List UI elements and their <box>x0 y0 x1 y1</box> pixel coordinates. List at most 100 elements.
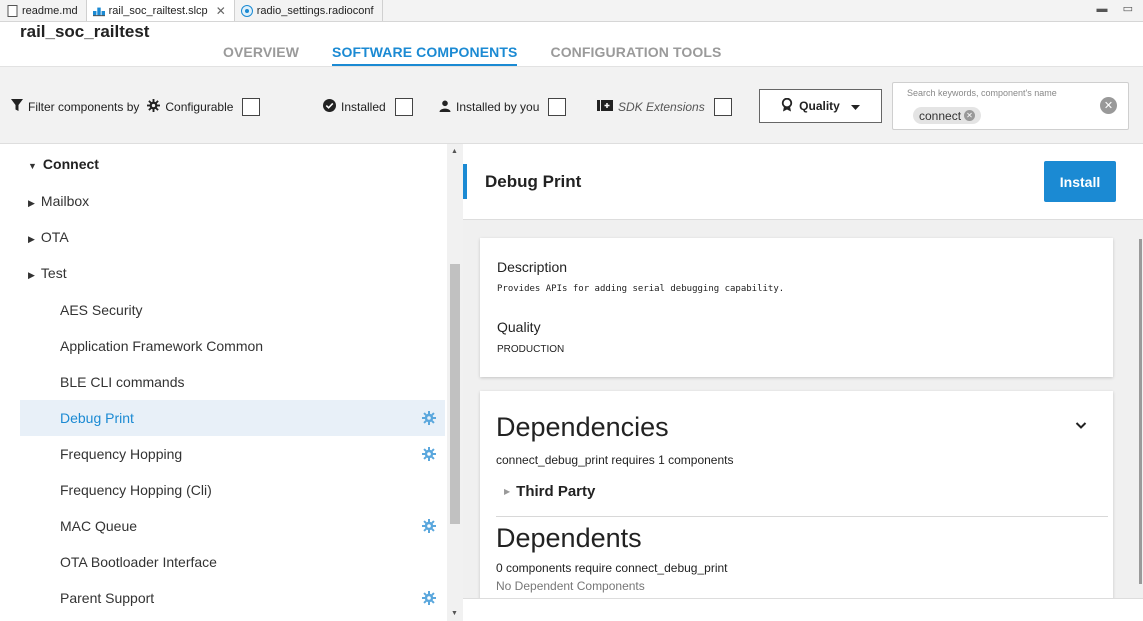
tree-group-ota[interactable]: ▶ OTA <box>0 219 445 255</box>
tab-software-components[interactable]: SOFTWARE COMPONENTS <box>332 22 518 66</box>
tree-group-label: Mailbox <box>40 193 90 209</box>
tree-group-label: Test <box>40 265 67 281</box>
radio-icon <box>240 4 253 17</box>
clear-search-icon[interactable]: ✕ <box>1100 97 1117 114</box>
dependencies-card: Dependencies connect_debug_print require… <box>480 391 1113 621</box>
tree-scrollbar[interactable]: ▲ ▼ <box>447 144 463 621</box>
installed-by-you-checkbox[interactable] <box>548 98 567 116</box>
install-button[interactable]: Install <box>1044 161 1116 202</box>
collapsed-icon: ▶ <box>504 487 511 496</box>
installed-by-you-label: Installed by you <box>456 100 540 114</box>
gear-icon[interactable] <box>422 519 436 533</box>
sdk-extensions-label: SDK Extensions <box>618 100 705 114</box>
dependents-summary: 0 components require connect_debug_print <box>496 561 728 575</box>
extension-icon <box>597 99 613 115</box>
tree-item-label: Frequency Hopping <box>60 446 183 462</box>
tree-group-header: ▶ Mailbox <box>0 193 89 209</box>
editor-tab-bar: readme.md rail_soc_railtest.slcp ✕ radio… <box>0 0 1143 22</box>
editor-tab-label: radio_settings.radioconf <box>256 4 374 17</box>
tree-group-test[interactable]: ▶ Test <box>0 255 445 291</box>
tree-group-header: ▶ OTA <box>0 229 69 245</box>
detail-scrollbar[interactable] <box>1136 144 1143 621</box>
gear-icon <box>147 99 161 115</box>
tab-configuration-tools[interactable]: CONFIGURATION TOOLS <box>550 22 721 66</box>
tree-item-frequency-hopping[interactable]: Frequency Hopping <box>0 436 445 472</box>
scrollbar-thumb[interactable] <box>1139 239 1142 584</box>
tree-item-label: Frequency Hopping (Cli) <box>60 482 212 498</box>
tree-item-label: Application Framework Common <box>60 338 264 354</box>
divider <box>496 516 1108 517</box>
project-title: rail_soc_railtest <box>20 22 150 41</box>
tree-item-frequency-hopping-cli[interactable]: Frequency Hopping (Cli) <box>0 472 445 508</box>
tree-item-aes-security[interactable]: AES Security <box>0 292 445 328</box>
component-title: Debug Print <box>485 172 582 191</box>
tree-group-mailbox[interactable]: ▶ Mailbox <box>0 183 445 219</box>
project-header: rail_soc_railtest OVERVIEW SOFTWARE COMP… <box>0 22 1143 66</box>
filter-label: Filter components by <box>28 100 140 114</box>
scroll-up-icon[interactable]: ▲ <box>451 148 458 155</box>
editor-tab-radioconf[interactable]: radio_settings.radioconf <box>235 0 383 21</box>
tree-item-application-framework-common[interactable]: Application Framework Common <box>0 328 445 364</box>
installed-label: Installed <box>341 100 386 114</box>
configurable-label: Configurable <box>165 100 234 114</box>
detail-header: Debug Print Install <box>463 144 1143 220</box>
filter-prefix: Filter components by Configurable <box>11 98 261 116</box>
collapsed-icon: ▶ <box>28 234 35 244</box>
filter-icon <box>11 99 23 115</box>
editor-tab-label: readme.md <box>22 4 78 17</box>
installed-checkbox[interactable] <box>394 98 413 116</box>
tree-item-label: BLE CLI commands <box>60 374 185 390</box>
search-chip[interactable]: connect ✕ <box>913 107 982 124</box>
tree-item-parent-support[interactable]: Parent Support <box>0 580 445 616</box>
chip-remove-icon[interactable]: ✕ <box>964 110 976 121</box>
accent-bar <box>463 164 467 199</box>
description-label: Description <box>497 259 568 275</box>
filter-installed-by-you: Installed by you <box>439 98 567 116</box>
editor-tab-slcp[interactable]: rail_soc_railtest.slcp ✕ <box>86 0 235 21</box>
window-controls[interactable]: ▬ ▭ <box>1097 2 1139 15</box>
gear-icon[interactable] <box>422 411 436 425</box>
scrollbar-thumb[interactable] <box>450 264 460 524</box>
scroll-down-icon[interactable]: ▼ <box>451 610 458 617</box>
gear-icon[interactable] <box>422 591 436 605</box>
tree-item-mac-queue[interactable]: MAC Queue <box>0 508 445 544</box>
award-icon <box>781 97 793 115</box>
bottom-strip <box>463 598 1143 621</box>
tree-group-header: ▼ Connect <box>0 156 99 172</box>
sdk-extensions-checkbox[interactable] <box>713 98 732 116</box>
close-icon[interactable]: ✕ <box>216 4 226 18</box>
gear-icon[interactable] <box>422 447 436 461</box>
filter-sdk-extensions: SDK Extensions <box>597 98 732 116</box>
check-circle-icon <box>323 99 336 115</box>
tree-group-label: OTA <box>40 229 69 245</box>
project-icon <box>92 5 105 17</box>
description-text: Provides APIs for adding serial debuggin… <box>497 284 785 294</box>
dependencies-summary: connect_debug_print requires 1 component… <box>496 453 734 467</box>
info-card: Description Provides APIs for adding ser… <box>480 238 1113 377</box>
tree-item-ble-cli-commands[interactable]: BLE CLI commands <box>0 364 445 400</box>
dependency-group-third-party[interactable]: ▶ Third Party <box>504 483 595 500</box>
quality-dropdown-button[interactable]: Quality <box>759 89 882 123</box>
tree-item-label: OTA Bootloader Interface <box>60 554 217 570</box>
quality-label: Quality <box>799 99 840 113</box>
editor-tab-readme[interactable]: readme.md <box>0 0 87 21</box>
filter-installed: Installed <box>323 98 413 116</box>
tree-group-connect[interactable]: ▼ Connect <box>0 146 445 182</box>
dependencies-heading: Dependencies <box>496 412 669 442</box>
configurable-checkbox[interactable] <box>242 98 261 116</box>
component-tree: ▼ Connect ▶ Mailbox ▶ OTA ▶ Test AES Securit… <box>0 144 463 621</box>
user-icon <box>439 100 451 115</box>
tree-item-ota-bootloader-interface[interactable]: OTA Bootloader Interface <box>0 544 445 580</box>
component-detail-pane: Debug Print Install Description Provides… <box>463 144 1143 621</box>
expanded-icon: ▼ <box>28 161 37 171</box>
tree-item-label: Debug Print <box>60 410 134 426</box>
collapsed-icon: ▶ <box>28 198 35 208</box>
tree-root-label: Connect <box>42 156 99 172</box>
search-box[interactable]: Search keywords, component's name connec… <box>892 82 1129 130</box>
tree-item-debug-print[interactable]: Debug Print <box>20 400 445 436</box>
dependents-empty: No Dependent Components <box>496 579 645 593</box>
tab-overview[interactable]: OVERVIEW <box>223 22 299 66</box>
tree-item-label: MAC Queue <box>60 518 138 534</box>
chevron-down-icon[interactable] <box>1074 418 1088 432</box>
search-placeholder: Search keywords, component's name <box>907 88 1057 98</box>
